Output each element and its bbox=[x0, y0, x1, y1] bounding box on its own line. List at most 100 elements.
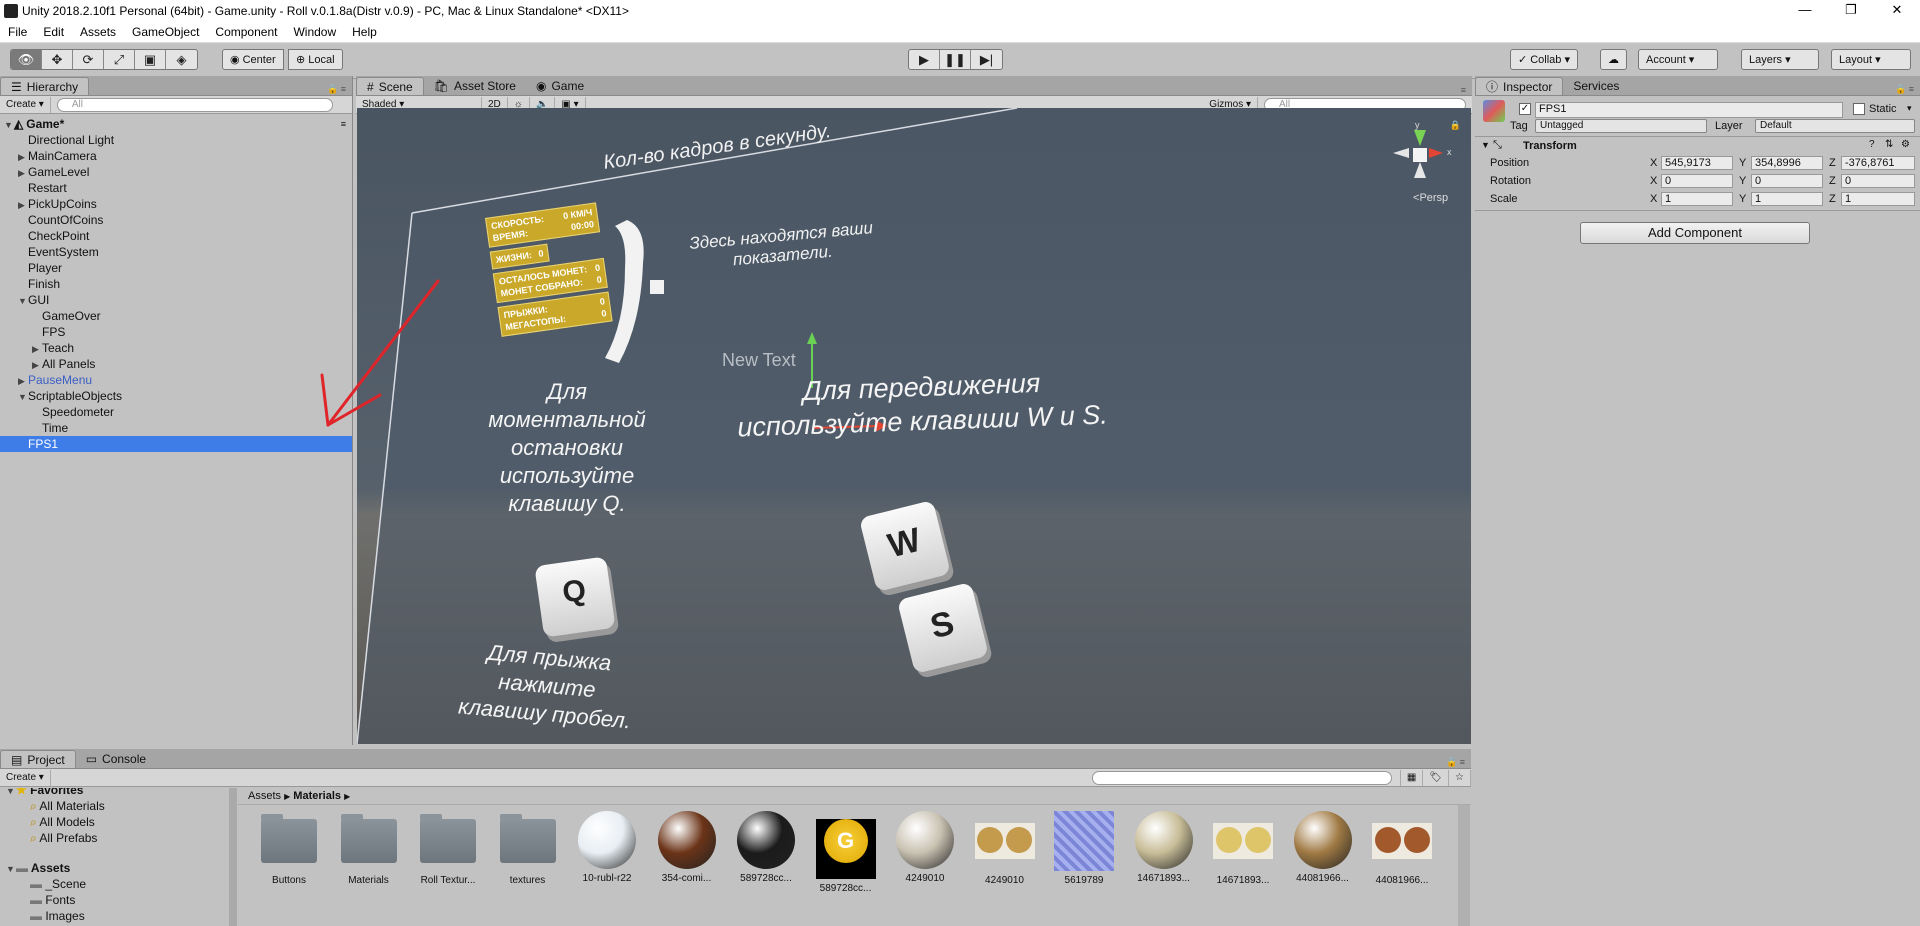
component-help-icon[interactable]: ? bbox=[1869, 139, 1875, 150]
hierarchy-item[interactable]: Restart bbox=[0, 180, 352, 196]
tab-hierarchy[interactable]: ☰ Hierarchy bbox=[0, 77, 90, 95]
scene-lock-icon[interactable]: 🔒 bbox=[1450, 120, 1461, 131]
tag-dropdown[interactable]: Untagged bbox=[1535, 119, 1707, 133]
asset-folder-item[interactable]: ▬ Fonts bbox=[0, 892, 228, 908]
expand-arrow-icon[interactable]: ▶ bbox=[18, 165, 28, 181]
gizmo-y-cone-icon[interactable] bbox=[1414, 130, 1426, 146]
hierarchy-item[interactable]: FPS bbox=[0, 324, 352, 340]
expand-arrow-icon[interactable]: ▶ bbox=[32, 341, 42, 357]
hierarchy-item[interactable]: ▶ PickUpCoins bbox=[0, 196, 352, 212]
asset-item[interactable]: 44081966... bbox=[1288, 811, 1358, 884]
play-icon[interactable]: ▶ bbox=[909, 50, 940, 69]
filter-by-type-icon[interactable]: ▦ bbox=[1399, 769, 1424, 786]
hierarchy-item[interactable]: Directional Light bbox=[0, 132, 352, 148]
expand-arrow-icon[interactable]: ▶ bbox=[18, 197, 28, 213]
collab-button[interactable]: ✓ Collab ▾ bbox=[1510, 49, 1578, 70]
maximize-button[interactable]: ❐ bbox=[1828, 0, 1874, 22]
gizmo-neg-y-cone-icon[interactable] bbox=[1414, 162, 1426, 178]
expand-arrow-icon[interactable]: ▶ bbox=[18, 373, 28, 389]
asset-item[interactable]: Roll Textur... bbox=[413, 811, 483, 886]
hierarchy-item[interactable]: Speedometer bbox=[0, 404, 352, 420]
tab-game[interactable]: ◉ Game bbox=[526, 77, 594, 95]
menu-file[interactable]: File bbox=[0, 25, 35, 39]
hierarchy-create-dropdown[interactable]: Create ▾ bbox=[0, 96, 51, 113]
menu-component[interactable]: Component bbox=[207, 25, 285, 39]
project-search-input[interactable] bbox=[1091, 770, 1392, 785]
scene-menu-icon[interactable]: ≡ bbox=[341, 116, 346, 132]
asset-item[interactable]: Buttons bbox=[254, 811, 324, 886]
asset-item[interactable]: Materials bbox=[334, 811, 404, 886]
tab-scene[interactable]: # Scene bbox=[356, 77, 424, 95]
menu-window[interactable]: Window bbox=[285, 25, 344, 39]
persp-label[interactable]: <Persp bbox=[1413, 192, 1448, 204]
tab-services[interactable]: Services bbox=[1563, 77, 1629, 95]
asset-item[interactable]: 14671893... bbox=[1208, 811, 1278, 886]
asset-item[interactable]: textures bbox=[493, 811, 563, 886]
hierarchy-item[interactable]: Time bbox=[0, 420, 352, 436]
gizmo-neg-x-cone-icon[interactable] bbox=[1393, 148, 1409, 158]
project-create-dropdown[interactable]: Create ▾ bbox=[0, 769, 51, 786]
rect-tool-icon[interactable]: ▣ bbox=[135, 50, 166, 69]
asset-item[interactable]: 5619789 bbox=[1049, 811, 1119, 886]
rotate-tool-icon[interactable]: ⟳ bbox=[73, 50, 104, 69]
gameobject-name-field[interactable]: FPS1 bbox=[1535, 102, 1843, 118]
pause-icon[interactable]: ❚❚ bbox=[940, 50, 971, 69]
hierarchy-item[interactable]: Finish bbox=[0, 276, 352, 292]
rotation-x-field[interactable]: 0 bbox=[1661, 174, 1733, 188]
layout-dropdown[interactable]: Layout ▾ bbox=[1831, 49, 1911, 70]
hierarchy-item[interactable]: CountOfCoins bbox=[0, 212, 352, 228]
hierarchy-item[interactable]: EventSystem bbox=[0, 244, 352, 260]
scale-y-field[interactable]: 1 bbox=[1751, 192, 1823, 206]
position-y-field[interactable]: 354,8996 bbox=[1751, 156, 1823, 170]
active-checkbox[interactable]: ✓ bbox=[1519, 103, 1531, 115]
close-button[interactable]: ✕ bbox=[1874, 0, 1920, 22]
asset-item[interactable]: 4249010 bbox=[970, 811, 1040, 886]
component-settings-gear-icon[interactable]: ⚙ bbox=[1901, 139, 1910, 150]
favorite-item[interactable]: ⌕ All Materials bbox=[0, 798, 228, 814]
add-component-button[interactable]: Add Component bbox=[1580, 222, 1810, 244]
scene-orientation-gizmo[interactable]: y x <Persp bbox=[1389, 118, 1461, 208]
favorite-star-icon[interactable]: ☆ bbox=[1449, 769, 1471, 786]
asset-grid-scrollbar[interactable] bbox=[1458, 805, 1470, 926]
position-x-field[interactable]: 545,9173 bbox=[1661, 156, 1733, 170]
hierarchy-item[interactable]: FPS1 bbox=[0, 436, 352, 452]
inspector-menu-icon[interactable]: 🔒 ≡ bbox=[1895, 84, 1920, 95]
panel-menu-icon[interactable]: 🔒 ≡ bbox=[327, 84, 352, 95]
cloud-button[interactable]: ☁ bbox=[1600, 49, 1627, 70]
menu-help[interactable]: Help bbox=[344, 25, 385, 39]
scale-tool-icon[interactable]: ⤢ bbox=[104, 50, 135, 69]
gizmo-center-cube[interactable] bbox=[1413, 148, 1427, 162]
minimize-button[interactable]: — bbox=[1782, 0, 1828, 22]
hierarchy-item[interactable]: ▶ Teach bbox=[0, 340, 352, 356]
tab-inspector[interactable]: ⓘ Inspector bbox=[1475, 77, 1564, 95]
view-tool-eye-icon[interactable]: 👁 bbox=[11, 50, 42, 69]
expand-arrow-icon[interactable]: ▶ bbox=[18, 149, 28, 165]
asset-item[interactable]: G 589728cc... bbox=[811, 811, 881, 894]
asset-item[interactable]: 4249010 bbox=[890, 811, 960, 884]
asset-folder-item[interactable]: ▬ _Scene bbox=[0, 876, 228, 892]
move-tool-icon[interactable]: ✥ bbox=[42, 50, 73, 69]
position-z-field[interactable]: -376,8761 bbox=[1841, 156, 1915, 170]
tab-console[interactable]: ▭ Console bbox=[76, 750, 156, 768]
pivot-center-toggle[interactable]: ◉ Center bbox=[222, 49, 284, 70]
menu-assets[interactable]: Assets bbox=[72, 25, 124, 39]
scene-viewport[interactable]: СКОРОСТЬ: 0 КМ/Ч ВРЕМЯ: 00:00 ЖИЗНИ: 0 ОСТАЛОС… bbox=[357, 108, 1471, 744]
hierarchy-item[interactable]: Player bbox=[0, 260, 352, 276]
hierarchy-item[interactable]: ▼GUI bbox=[0, 292, 352, 308]
static-dropdown-icon[interactable]: ▾ bbox=[1907, 103, 1912, 114]
asset-item[interactable]: 354-comi... bbox=[652, 811, 722, 884]
hierarchy-item[interactable]: ▶ MainCamera bbox=[0, 148, 352, 164]
hierarchy-item[interactable]: ▼ScriptableObjects bbox=[0, 388, 352, 404]
pivot-local-toggle[interactable]: ⊕ Local bbox=[288, 49, 343, 70]
transform-tool-icon[interactable]: ◈ bbox=[166, 50, 197, 69]
asset-item[interactable]: 44081966... bbox=[1367, 811, 1437, 886]
scale-z-field[interactable]: 1 bbox=[1841, 192, 1915, 206]
asset-item[interactable]: 589728cc... bbox=[731, 811, 801, 884]
asset-item[interactable]: 14671893... bbox=[1129, 811, 1199, 884]
filter-by-label-icon[interactable]: 🏷 bbox=[1423, 769, 1450, 786]
project-menu-icon[interactable]: 🔒 ≡ bbox=[1446, 757, 1471, 768]
hierarchy-item[interactable]: ▶ GameLevel bbox=[0, 164, 352, 180]
scene-root[interactable]: ▼◭ Game* ≡ bbox=[0, 116, 352, 132]
expand-arrow-icon[interactable]: ▼ bbox=[18, 389, 28, 405]
favorite-item[interactable]: ⌕ All Prefabs bbox=[0, 830, 228, 846]
